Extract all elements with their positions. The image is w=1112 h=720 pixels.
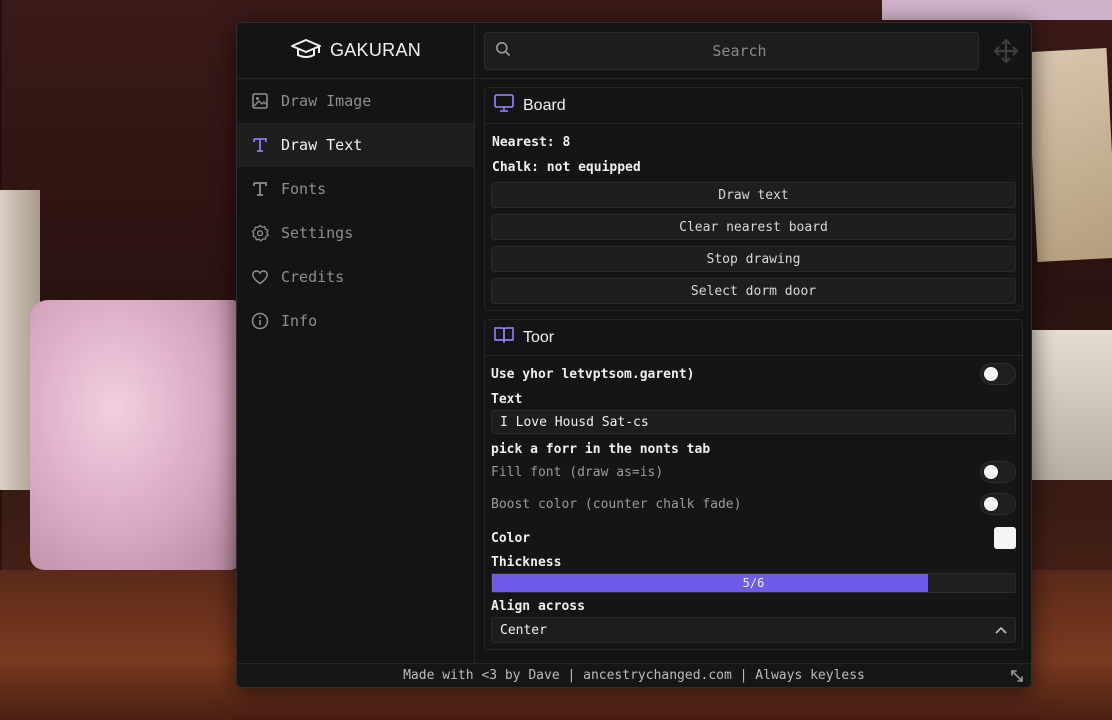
align-select[interactable]: Center bbox=[491, 617, 1016, 643]
search-icon bbox=[495, 41, 511, 61]
sidebar-item-credits[interactable]: Credits bbox=[237, 255, 474, 299]
sidebar-item-info[interactable]: Info bbox=[237, 299, 474, 343]
sidebar: GAKURAN Draw Image Draw Text Fonts Setti… bbox=[237, 23, 475, 665]
heart-icon bbox=[251, 268, 269, 286]
board-section-body: Nearest: 8 Chalk: not equipped Draw text… bbox=[485, 124, 1022, 310]
sidebar-item-fonts[interactable]: Fonts bbox=[237, 167, 474, 211]
footer: Made with <3 by Dave | ancestrychanged.c… bbox=[237, 663, 1031, 687]
text-icon bbox=[251, 136, 269, 154]
clear-nearest-board-button[interactable]: Clear nearest board bbox=[491, 214, 1016, 240]
sidebar-item-label: Settings bbox=[281, 224, 354, 242]
board-section: Board Nearest: 8 Chalk: not equipped Dra… bbox=[484, 87, 1023, 311]
background-ceiling-object bbox=[882, 0, 1112, 20]
chalk-status: Chalk: not equipped bbox=[492, 160, 641, 175]
sidebar-item-label: Info bbox=[281, 312, 318, 330]
background-notes bbox=[1032, 330, 1112, 480]
sidebar-item-label: Draw Image bbox=[281, 92, 372, 110]
sidebar-item-draw-text[interactable]: Draw Text bbox=[237, 123, 474, 167]
color-swatch[interactable] bbox=[994, 527, 1016, 549]
text-icon bbox=[251, 180, 269, 198]
boost-color-toggle[interactable] bbox=[980, 493, 1016, 515]
resize-handle-icon[interactable] bbox=[1009, 668, 1025, 684]
sidebar-item-settings[interactable]: Settings bbox=[237, 211, 474, 255]
presentation-board-icon bbox=[493, 93, 515, 118]
use-toggle-row: Use yhor letvptsom.garent) bbox=[491, 362, 1016, 386]
boost-color-label: Boost color (counter chalk fade) bbox=[491, 496, 742, 512]
sidebar-item-draw-image[interactable]: Draw Image bbox=[237, 79, 474, 123]
image-icon bbox=[251, 92, 269, 110]
footer-credits: Made with <3 by Dave | ancestrychanged.c… bbox=[403, 668, 865, 683]
move-icon[interactable] bbox=[989, 34, 1023, 68]
sidebar-item-label: Fonts bbox=[281, 180, 327, 198]
align-selected-value: Center bbox=[500, 622, 547, 638]
sidebar-item-label: Credits bbox=[281, 268, 345, 286]
boost-color-row: Boost color (counter chalk fade) bbox=[491, 487, 1016, 521]
background-pink-box bbox=[30, 300, 240, 570]
main-content: Board Nearest: 8 Chalk: not equipped Dra… bbox=[476, 23, 1031, 665]
thickness-slider[interactable]: 5/6 bbox=[491, 573, 1016, 593]
board-section-header: Board bbox=[485, 88, 1022, 124]
fill-font-label: Fill font (draw as=is) bbox=[491, 464, 664, 480]
select-door-button[interactable]: Select dorm door bbox=[491, 278, 1016, 304]
use-toggle[interactable] bbox=[980, 363, 1016, 385]
tool-section: Toor Use yhor letvptsom.garent) Text pic… bbox=[484, 319, 1023, 650]
fill-font-toggle[interactable] bbox=[980, 461, 1016, 483]
text-input[interactable] bbox=[491, 410, 1016, 434]
sidebar-item-label: Draw Text bbox=[281, 136, 363, 154]
info-icon bbox=[251, 312, 269, 330]
chevron-up-icon bbox=[995, 623, 1007, 638]
use-toggle-label: Use yhor letvptsom.garent) bbox=[491, 366, 695, 382]
thickness-value: 5/6 bbox=[742, 576, 765, 590]
text-field-label: Text bbox=[491, 392, 523, 407]
gakuran-window: GAKURAN Draw Image Draw Text Fonts Setti… bbox=[236, 22, 1032, 688]
gear-icon bbox=[251, 224, 269, 242]
tool-section-header: Toor bbox=[485, 320, 1022, 356]
graduation-cap-icon bbox=[290, 38, 322, 64]
background-corkboard bbox=[1026, 48, 1112, 262]
search-input[interactable] bbox=[511, 41, 968, 60]
tool-section-body: Use yhor letvptsom.garent) Text pick a f… bbox=[485, 356, 1022, 649]
app-title: GAKURAN bbox=[329, 40, 422, 60]
align-label: Align across bbox=[491, 599, 585, 614]
thickness-label: Thickness bbox=[491, 555, 562, 570]
color-label: Color bbox=[491, 530, 531, 546]
board-section-title: Board bbox=[523, 96, 566, 114]
draw-text-button[interactable]: Draw text bbox=[491, 182, 1016, 208]
search-box[interactable] bbox=[484, 31, 979, 70]
font-hint: pick a forr in the nonts tab bbox=[491, 442, 711, 457]
nearest-board-count: Nearest: 8 bbox=[492, 135, 571, 150]
tool-section-title: Toor bbox=[523, 328, 555, 346]
brand: GAKURAN bbox=[237, 23, 474, 79]
color-row: Color bbox=[491, 521, 1016, 555]
top-bar bbox=[476, 23, 1031, 79]
stop-drawing-button[interactable]: Stop drawing bbox=[491, 246, 1016, 272]
fill-font-row: Fill font (draw as=is) bbox=[491, 457, 1016, 487]
book-icon bbox=[493, 325, 515, 350]
